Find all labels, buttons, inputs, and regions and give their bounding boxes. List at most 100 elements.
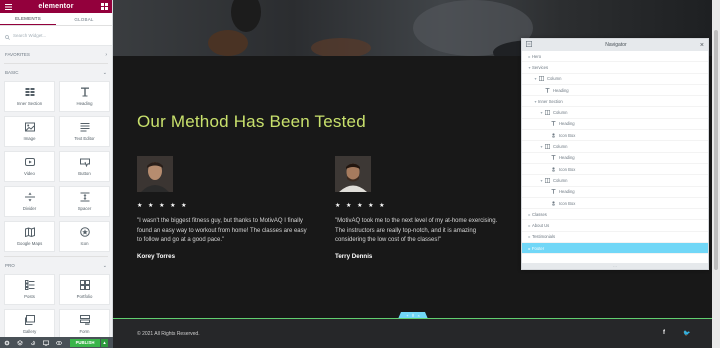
star-rating: ★ ★ ★ ★ ★ <box>335 203 387 209</box>
navigator-item-label: Icon Box <box>559 200 576 206</box>
apps-grid-icon[interactable] <box>100 3 108 11</box>
navigator-item[interactable]: ▾ Column <box>522 175 708 187</box>
widget-label: Spacer <box>77 206 92 211</box>
icon-box-icon <box>550 200 556 206</box>
widget-text-editor[interactable]: Text Editor <box>59 116 110 147</box>
widget-heading[interactable]: Heading <box>59 81 110 112</box>
icon-box-icon <box>550 133 556 138</box>
widget-portfolio[interactable]: Portfolio <box>59 274 110 305</box>
navigator-item-label: Heading <box>559 121 575 127</box>
posts-icon <box>24 280 34 290</box>
navigator-tree: ▸ Hero ▾ Services ▾ Column Heading ▾ Inner Secti… <box>522 51 708 255</box>
navigator-item-label: Column <box>553 177 568 183</box>
navigator-item[interactable]: ▸ Footer <box>522 243 708 255</box>
search-icon <box>5 27 10 45</box>
search-widget-input[interactable]: Search Widget... <box>0 26 112 46</box>
category-pro[interactable]: PRO ⌄ <box>0 257 112 274</box>
basic-widgets-grid: Inner Section Heading Image Text Editor … <box>0 81 112 252</box>
widget-video[interactable]: Video <box>4 151 55 182</box>
widget-label: Text Editor <box>74 136 95 141</box>
category-basic[interactable]: BASIC ⌄ <box>0 64 112 81</box>
twitter-icon[interactable]: 🐦 <box>683 330 690 337</box>
scrollbar-thumb[interactable] <box>714 30 718 270</box>
navigator-item-label: Footer <box>532 245 545 251</box>
navigator-item[interactable]: ▾ Inner Section <box>522 96 708 108</box>
chevron-down-icon: ⌄ <box>102 262 107 269</box>
navigator-item-label: Heading <box>559 189 575 195</box>
category-basic-label: BASIC <box>5 70 19 75</box>
hero-shape <box>311 38 371 56</box>
heading-icon <box>544 87 550 93</box>
widget-google-maps[interactable]: Google Maps <box>4 221 55 252</box>
responsive-icon[interactable] <box>41 338 50 347</box>
widget-label: Form <box>79 329 90 334</box>
tab-elements[interactable]: ELEMENTS <box>0 13 56 25</box>
elementor-panel: elementor ELEMENTS GLOBAL Search Widget.… <box>0 0 113 348</box>
widget-label: Icon <box>80 241 89 246</box>
widget-gallery[interactable]: Gallery <box>4 309 55 340</box>
widget-image[interactable]: Image <box>4 116 55 147</box>
navigator-item[interactable]: ▸ About Us <box>522 220 708 232</box>
layers-icon[interactable] <box>15 338 24 347</box>
widget-label: Portfolio <box>76 294 93 299</box>
publish-button[interactable]: PUBLISH <box>70 338 100 347</box>
preview-eye-icon[interactable] <box>54 338 63 347</box>
testimonial-author: Terry Dennis <box>335 252 373 260</box>
widget-inner-section[interactable]: Inner Section <box>4 81 55 112</box>
menu-icon[interactable] <box>4 3 12 11</box>
gallery-icon <box>24 315 35 325</box>
testimonial-card: ★ ★ ★ ★ ★ "MotivAQ took me to the next l… <box>335 156 505 260</box>
widget-form[interactable]: Form <box>59 309 110 340</box>
navigator-title: Navigator <box>605 42 627 48</box>
scrollbar[interactable] <box>712 0 720 348</box>
settings-icon[interactable] <box>2 338 11 347</box>
page-footer: © 2021 All Rights Reserved. f 🐦 <box>113 318 712 348</box>
search-placeholder: Search Widget... <box>13 33 47 38</box>
testimonial-card: ★ ★ ★ ★ ★ "I wasn't the biggest fitness … <box>137 156 307 260</box>
portfolio-icon <box>79 280 90 290</box>
icon-box-icon <box>550 167 556 172</box>
column-icon <box>544 110 550 116</box>
widget-divider[interactable]: Divider <box>4 186 55 217</box>
widget-icon[interactable]: Icon <box>59 221 110 252</box>
navigator-item[interactable]: ▾ Services <box>522 62 708 74</box>
publish-options-button[interactable]: ▴ <box>101 338 108 347</box>
navigator-item[interactable]: ▸ Hero <box>522 51 708 63</box>
navigator-item[interactable]: ▸ Testimonials <box>522 232 708 244</box>
column-icon <box>538 76 544 82</box>
navigator-resize-handle[interactable]: ⋯ <box>522 263 708 269</box>
widget-posts[interactable]: Posts <box>4 274 55 305</box>
navigator-item[interactable]: Heading <box>522 119 708 131</box>
testimonial-quote: "I wasn't the biggest fitness guy, but t… <box>137 218 307 243</box>
navigator-item[interactable]: Icon Box <box>522 164 708 176</box>
navigator-item-label: Icon Box <box>559 166 576 172</box>
close-icon[interactable]: × <box>700 42 704 49</box>
navigator-item-label: Testimonials <box>532 234 556 240</box>
history-icon[interactable] <box>28 338 37 347</box>
text-editor-icon <box>80 123 89 132</box>
navigator-item[interactable]: Heading <box>522 85 708 97</box>
navigator-item[interactable]: Heading <box>522 187 708 198</box>
navigator-item[interactable]: ▾ Column <box>522 74 708 85</box>
image-icon <box>24 122 35 132</box>
facebook-icon[interactable]: f <box>663 330 665 336</box>
chevron-down-icon: ⌄ <box>102 69 107 76</box>
column-icon <box>544 144 550 150</box>
widget-button[interactable]: Button <box>59 151 110 182</box>
navigator-item-label: Heading <box>553 87 569 93</box>
tab-global[interactable]: GLOBAL <box>56 13 112 25</box>
category-favorites[interactable]: FAVORITES › <box>0 46 112 63</box>
navigator-item-label: Column <box>547 76 562 82</box>
navigator-panel: Navigator × ▸ Hero ▾ Services ▾ Column Heading… <box>521 38 709 270</box>
testimonial-quote: "MotivAQ took me to the next level of my… <box>335 218 498 243</box>
navigator-item-label: Icon Box <box>559 132 576 138</box>
widget-spacer[interactable]: Spacer <box>59 186 110 217</box>
navigator-item[interactable]: ▾ Column <box>522 107 708 119</box>
navigator-header[interactable]: Navigator × <box>522 39 708 51</box>
navigator-item[interactable]: ▸ Classes <box>522 209 708 221</box>
navigator-item[interactable]: Heading <box>522 153 708 164</box>
chevron-up-icon: ▴ <box>103 339 106 346</box>
navigator-item[interactable]: ▾ Column <box>522 141 708 153</box>
navigator-item[interactable]: Icon Box <box>522 198 708 210</box>
navigator-item[interactable]: Icon Box <box>522 130 708 142</box>
